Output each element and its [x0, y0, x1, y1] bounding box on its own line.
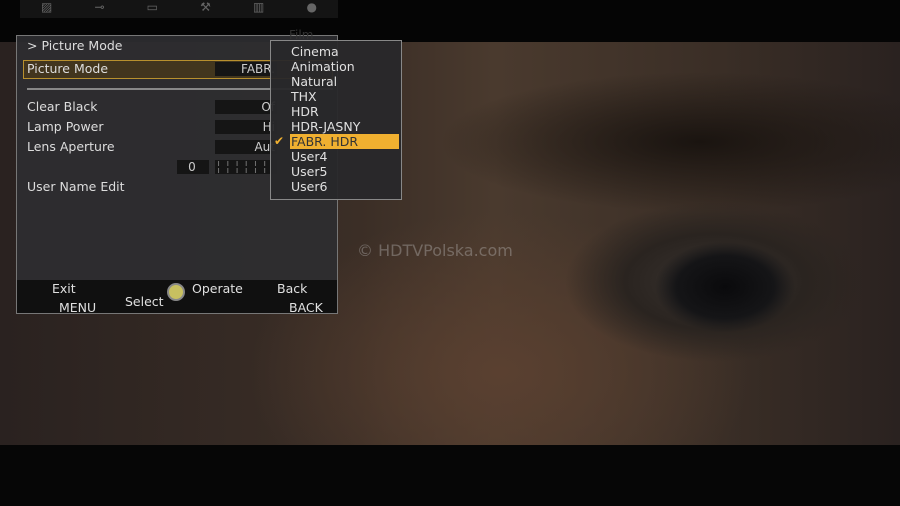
wrench-icon[interactable]: ⚒	[200, 0, 211, 18]
menu-key-label: MENU	[59, 300, 97, 315]
picture-mode-dropdown: Cinema Animation Natural THX HDR HDR-JAS…	[270, 40, 402, 200]
row-lamp-power[interactable]: Lamp Power	[27, 118, 104, 136]
dropdown-option[interactable]: THX	[290, 89, 399, 104]
menu-footer: Exit MENU Select Operate Back BACK	[17, 280, 337, 315]
exit-label[interactable]: Exit	[52, 281, 76, 296]
row-user-name-edit[interactable]: User Name Edit	[27, 178, 125, 196]
dropdown-option[interactable]: HDR	[290, 104, 399, 119]
dropdown-option[interactable]: HDR-JASNY	[290, 119, 399, 134]
info-icon[interactable]: ●	[306, 0, 316, 18]
input-icon[interactable]: ⊸	[95, 0, 105, 18]
row-lens-aperture[interactable]: Lens Aperture	[27, 138, 115, 156]
screen-icon[interactable]: ▭	[147, 0, 158, 18]
breadcrumb: > Picture Mode	[27, 38, 123, 53]
back-label[interactable]: Back	[277, 281, 307, 296]
dropdown-option[interactable]: User6	[290, 179, 399, 194]
dropdown-option[interactable]: User4	[290, 149, 399, 164]
aperture-number: 0	[177, 160, 209, 174]
watermark: © HDTVPolska.com	[357, 241, 513, 260]
bottom-bar	[0, 445, 900, 506]
operate-label: Operate	[192, 281, 243, 296]
select-label: Select	[125, 294, 164, 309]
dropdown-option[interactable]: User5	[290, 164, 399, 179]
lens-aperture-value[interactable]: Aut	[215, 140, 277, 154]
row-clear-black[interactable]: Clear Black	[27, 98, 97, 116]
dropdown-option[interactable]: Natural	[290, 74, 399, 89]
network-icon[interactable]: ▥	[253, 0, 264, 18]
lamp-power-value[interactable]: Hi	[215, 120, 277, 134]
picture-icon[interactable]: ▨	[41, 0, 52, 18]
dropdown-option-selected[interactable]: FABR. HDR	[290, 134, 399, 149]
clear-black-value[interactable]: Of	[215, 100, 277, 114]
dropdown-option[interactable]: Cinema	[290, 44, 399, 59]
menu-tabs: ▨ ⊸ ▭ ⚒ ▥ ●	[20, 0, 338, 18]
dropdown-option[interactable]: Animation	[290, 59, 399, 74]
row-picture-mode[interactable]: Picture Mode	[27, 60, 108, 78]
back-key-label: BACK	[289, 300, 323, 315]
picture-mode-value[interactable]: FABR.	[215, 62, 277, 76]
check-icon: ✔	[274, 134, 285, 148]
dpad-icon	[167, 283, 185, 301]
aperture-slider[interactable]: ╎╎╎╎╎╎	[215, 160, 277, 174]
